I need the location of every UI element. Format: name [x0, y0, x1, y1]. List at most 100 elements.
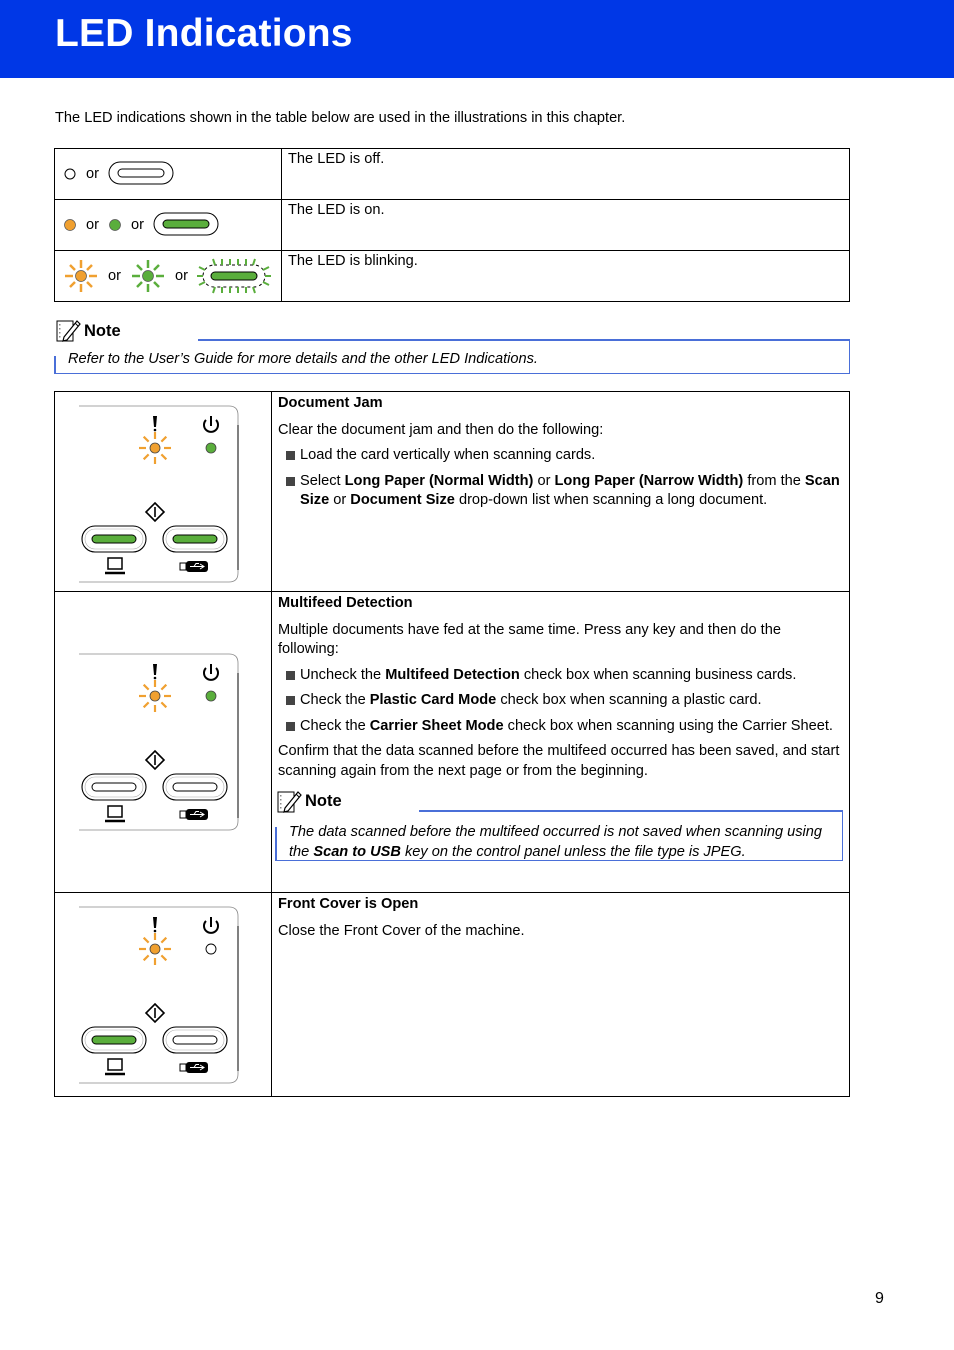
computer-icon: [105, 557, 125, 575]
error-text-cell: Multifeed Detection Multiple documents ha…: [271, 591, 850, 893]
or-label: or: [86, 166, 99, 182]
instruction-item: Check the Carrier Sheet Mode check box w…: [278, 717, 843, 737]
scan-to-pc-key: [81, 525, 147, 553]
computer-icon: [105, 805, 125, 823]
usb-icon: [179, 1062, 208, 1073]
bold-term: Plastic Card Mode: [369, 692, 497, 708]
scan-to-usb-key: [162, 773, 228, 801]
legend-symbols-on: or or: [54, 199, 282, 251]
text-run: check box when scanning a plastic card.: [496, 692, 762, 708]
scan-to-usb-key: [162, 1026, 228, 1054]
error-title: Front Cover is Open: [278, 896, 419, 912]
bullet-square-icon: [286, 476, 295, 486]
text-run: Select: [300, 472, 345, 489]
power-icon: [203, 416, 219, 433]
text-run: drop-down list when scanning a long docu…: [454, 492, 768, 508]
control-panel-svg: [79, 906, 239, 1084]
error-row-front-cover: Front Cover is Open Close the Front Cover…: [54, 892, 850, 1097]
note-text: The data scanned before the multifeed oc…: [289, 823, 843, 862]
led-on-orange-icon: [64, 219, 76, 231]
led-on-green-icon: [109, 219, 121, 231]
key-on-green-icon: [153, 212, 219, 236]
control-panel-svg: [79, 405, 239, 583]
note-pencil-icon: [56, 320, 81, 342]
or-label: or: [174, 268, 188, 284]
legend-row-off: or The LED is off.: [54, 148, 850, 200]
text-run: Check the: [300, 692, 370, 708]
error-text-cell: Front Cover is Open Close the Front Cover…: [271, 892, 850, 1097]
scan-to-pc-key: [81, 1026, 147, 1054]
text-run: Check the: [300, 717, 370, 734]
error-exclamation-icon: [153, 917, 157, 933]
intro-text: The LED indications shown in the table b…: [55, 110, 626, 126]
error-text-cell: Document Jam Clear the document jam and t…: [271, 391, 850, 592]
control-panel-illustration: [79, 653, 241, 831]
power-icon: [203, 917, 219, 934]
led-legend-table: or The LED is off. or or The LED is on. …: [54, 148, 850, 302]
text-run: key on the control panel unless the file…: [400, 843, 746, 860]
control-panel-cell: [54, 391, 272, 592]
text-run: Load the card vertically when scanning c…: [300, 447, 596, 463]
scan-to-usb-key: [162, 525, 228, 553]
bold-term: Long Paper (Normal Width): [344, 472, 534, 489]
start-diamond-icon: [144, 501, 166, 523]
instruction-list: Load the card vertically when scanning c…: [278, 446, 843, 511]
bold-term: Multifeed Detection: [385, 666, 520, 683]
control-panel-cell: [54, 591, 272, 893]
note-border-top: [198, 339, 850, 341]
page-title: LED Indications: [55, 12, 353, 55]
error-row-multifeed: Multifeed Detection Multiple documents ha…: [54, 591, 850, 893]
usb-icon: [179, 561, 208, 572]
note-box: Note The data scanned before the multife…: [275, 789, 843, 861]
bullet-square-icon: [286, 670, 295, 680]
instruction-item: Load the card vertically when scanning c…: [278, 446, 843, 466]
computer-icon: [105, 1058, 125, 1076]
error-row-document-jam: Document Jam Clear the document jam and t…: [54, 391, 850, 592]
error-led-blinking-icon: [139, 933, 171, 965]
bold-term: Scan to USB: [313, 843, 401, 860]
bold-term: Document Size: [350, 492, 455, 508]
led-blink-green-icon: [131, 260, 164, 292]
text-run: check box when scanning using the Carrie…: [503, 717, 833, 734]
bold-term: Carrier Sheet Mode: [369, 717, 504, 734]
error-table: Document Jam Clear the document jam and t…: [54, 391, 850, 1097]
control-panel-illustration: [79, 405, 241, 583]
control-panel-cell: [54, 892, 272, 1097]
legend-desc-on: The LED is on.: [281, 199, 850, 251]
error-description: Clear the document jam and then do the f…: [278, 421, 604, 438]
or-label: or: [86, 217, 99, 233]
key-off-icon: [108, 161, 174, 185]
error-exclamation-icon: [153, 416, 157, 432]
or-label: or: [108, 268, 121, 284]
start-diamond-icon: [144, 749, 166, 771]
power-led-off-icon: [205, 943, 217, 955]
error-exclamation-icon: [153, 664, 157, 680]
bullet-square-icon: [286, 721, 295, 731]
led-blink-orange-icon: [65, 260, 97, 292]
or-label: or: [130, 217, 144, 233]
power-led-on-icon: [205, 690, 217, 702]
key-blink-green-icon: [196, 258, 271, 294]
instruction-item: Check the Plastic Card Mode check box wh…: [278, 691, 843, 711]
power-icon: [203, 664, 219, 681]
page-number: 9: [875, 1290, 884, 1307]
start-diamond-icon: [144, 1002, 166, 1024]
text-run: check box when scanning business cards.: [519, 666, 797, 683]
note-border-right: [848, 339, 850, 374]
error-led-blinking-icon: [139, 432, 171, 464]
note-label: Note: [84, 321, 121, 340]
note-border-left: [275, 827, 277, 861]
error-description: Multiple documents have fed at the same …: [278, 621, 781, 658]
legend-row-blinking: or or The LED is blinking.: [54, 250, 850, 302]
error-description: Close the Front Cover of the machine.: [278, 922, 525, 939]
legend-row-on: or or The LED is on.: [54, 199, 850, 251]
scan-to-pc-key: [81, 773, 147, 801]
note-border-bottom: [54, 372, 850, 374]
led-off-icon: [64, 168, 76, 180]
note-heading: Note: [275, 789, 342, 815]
usb-icon: [179, 809, 208, 820]
note-label: Note: [305, 792, 342, 811]
text-run: Uncheck the: [300, 666, 386, 683]
note-heading: Note: [54, 318, 121, 344]
legend-symbols-blinking: or or: [54, 250, 282, 302]
